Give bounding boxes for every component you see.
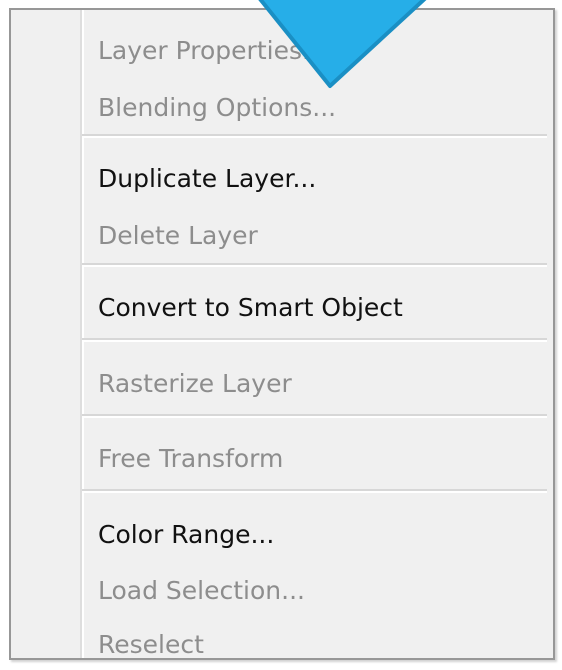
menu-separator [82,489,547,493]
menu-item-color-range[interactable]: Color Range... [98,515,274,555]
menu-gutter-divider [80,10,84,658]
menu-item-blending-options[interactable]: Blending Options... [98,88,336,128]
menu-item-delete-layer[interactable]: Delete Layer [98,216,258,256]
menu-separator [82,338,547,342]
menu-item-duplicate-layer[interactable]: Duplicate Layer... [98,159,316,199]
menu-item-load-selection[interactable]: Load Selection... [98,571,305,611]
menu-separator [82,263,547,267]
menu-separator [82,134,547,138]
context-menu: Layer Properties... Blending Options... … [9,8,555,660]
menu-item-rasterize-layer[interactable]: Rasterize Layer [98,364,292,404]
menu-item-convert-to-smart-object[interactable]: Convert to Smart Object [98,288,403,328]
menu-separator [82,414,547,418]
menu-item-free-transform[interactable]: Free Transform [98,439,283,479]
menu-item-reselect[interactable]: Reselect [98,625,204,665]
menu-item-layer-properties[interactable]: Layer Properties... [98,31,326,71]
